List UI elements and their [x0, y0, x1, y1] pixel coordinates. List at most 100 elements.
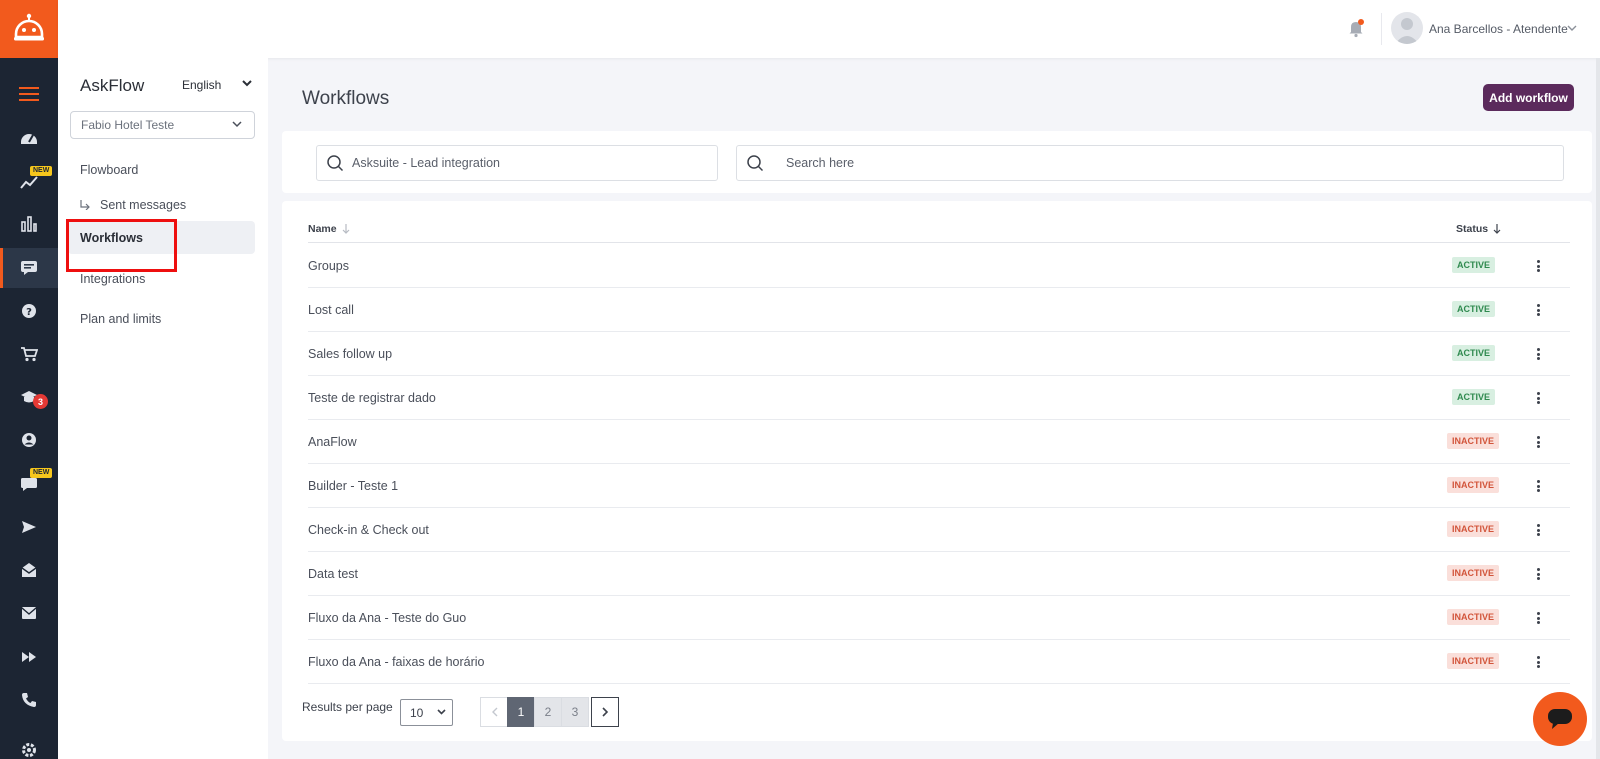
table-row[interactable]: Teste de registrar dado ACTIVE	[308, 376, 1570, 420]
workflow-name[interactable]: Fluxo da Ana - Teste do Guo	[308, 611, 466, 625]
chevron-down-icon[interactable]	[242, 80, 252, 87]
rail-automation[interactable]	[0, 637, 58, 677]
robot-logo-icon	[14, 13, 44, 41]
workflow-name[interactable]: Builder - Teste 1	[308, 479, 398, 493]
avatar[interactable]	[1391, 12, 1423, 44]
notifications-button[interactable]	[1346, 18, 1366, 38]
rail-askflow[interactable]	[0, 248, 58, 288]
rail-reports[interactable]	[0, 204, 58, 244]
page-2-button[interactable]: 2	[534, 697, 562, 727]
row-actions-button[interactable]	[1532, 433, 1544, 451]
rail-academy[interactable]: 3	[0, 377, 58, 417]
app-logo[interactable]	[0, 0, 58, 58]
column-header-label: Name	[308, 223, 337, 235]
sidebar-item-plan-and-limits[interactable]: Plan and limits	[68, 302, 255, 335]
sidebar-item-label: Sent messages	[100, 197, 187, 212]
table-row[interactable]: Fluxo da Ana - faixas de horário INACTIV…	[308, 640, 1570, 684]
sidebar-item-sent-messages[interactable]: Sent messages	[68, 188, 255, 221]
chevron-down-icon[interactable]	[1567, 25, 1577, 32]
account-icon	[22, 433, 36, 447]
row-actions-button[interactable]	[1532, 301, 1544, 319]
menu-toggle-button[interactable]	[0, 74, 58, 114]
rail-mail[interactable]	[0, 593, 58, 633]
table-row[interactable]: Data test INACTIVE	[308, 552, 1570, 596]
kebab-dot	[1536, 264, 1540, 268]
app-rail: NEW ? 3 NEW	[0, 0, 58, 759]
workflows-table: Name Status Groups ACTIVE Lost call ACTI…	[282, 201, 1592, 741]
rail-help[interactable]: ?	[0, 291, 58, 331]
row-actions-button[interactable]	[1532, 565, 1544, 583]
results-per-page-select[interactable]: 10	[400, 699, 453, 726]
table-row[interactable]: Lost call ACTIVE	[308, 288, 1570, 332]
user-name[interactable]: Ana Barcellos - Atendente	[1429, 22, 1568, 36]
trend-icon	[20, 176, 38, 189]
row-actions-button[interactable]	[1532, 609, 1544, 627]
workflow-name[interactable]: Sales follow up	[308, 347, 392, 361]
fast-forward-icon	[22, 652, 36, 662]
scrollbar[interactable]	[1596, 58, 1600, 759]
rail-trends[interactable]: NEW	[0, 162, 58, 202]
workflow-name[interactable]: Teste de registrar dado	[308, 391, 436, 405]
kebab-dot	[1536, 392, 1540, 395]
sidebar-item-label: Integrations	[80, 271, 146, 286]
kebab-dot	[1536, 533, 1540, 536]
workflow-name[interactable]: Fluxo da Ana - faixas de horário	[308, 655, 485, 669]
status-badge: INACTIVE	[1447, 565, 1500, 581]
rail-send[interactable]	[0, 507, 58, 547]
column-header-status[interactable]: Status	[1456, 223, 1501, 235]
language-select[interactable]: English	[182, 78, 221, 92]
kebab-dot	[1536, 348, 1540, 351]
workflow-name[interactable]: Groups	[308, 259, 349, 273]
sort-arrow-down-icon	[342, 224, 350, 234]
row-actions-button[interactable]	[1532, 521, 1544, 539]
table-row[interactable]: Groups ACTIVE	[308, 244, 1570, 288]
page-1-button[interactable]: 1	[507, 697, 535, 727]
chevron-left-icon	[491, 707, 497, 717]
add-workflow-button[interactable]: Add workflow	[1483, 84, 1574, 111]
mail-open-icon	[21, 563, 37, 577]
table-row[interactable]: Builder - Teste 1 INACTIVE	[308, 464, 1570, 508]
chevron-right-icon	[601, 707, 608, 717]
search-input[interactable]: Search here	[736, 145, 1564, 181]
rail-settings[interactable]	[0, 730, 58, 759]
chat-bubble-icon	[1548, 709, 1572, 729]
sidebar-item-flowboard[interactable]: Flowboard	[68, 153, 255, 186]
results-per-page-label: Results per page	[302, 700, 393, 714]
prev-page-button[interactable]	[480, 697, 508, 727]
workflow-name[interactable]: AnaFlow	[308, 435, 357, 449]
rail-dashboard[interactable]	[0, 118, 58, 158]
next-page-button[interactable]	[591, 697, 619, 727]
status-badge: ACTIVE	[1452, 301, 1496, 317]
workflow-name[interactable]: Data test	[308, 567, 358, 581]
pagination: 1 2 3	[480, 697, 619, 727]
table-row[interactable]: AnaFlow INACTIVE	[308, 420, 1570, 464]
hotel-select[interactable]: Fabio Hotel Teste	[70, 111, 255, 139]
row-actions-button[interactable]	[1532, 477, 1544, 495]
page-3-button[interactable]: 3	[561, 697, 589, 727]
table-row[interactable]: Fluxo da Ana - Teste do Guo INACTIVE	[308, 596, 1570, 640]
integration-filter-value: Asksuite - Lead integration	[352, 156, 501, 170]
rail-inbox[interactable]	[0, 550, 58, 590]
table-row[interactable]: Sales follow up ACTIVE	[308, 332, 1570, 376]
row-actions-button[interactable]	[1532, 257, 1544, 275]
row-actions-button[interactable]	[1532, 653, 1544, 671]
chat-widget-button[interactable]	[1533, 692, 1587, 746]
integration-filter-input[interactable]: Asksuite - Lead integration	[316, 145, 718, 181]
row-actions-button[interactable]	[1532, 389, 1544, 407]
workflow-name[interactable]: Check-in & Check out	[308, 523, 429, 537]
kebab-dot	[1536, 484, 1540, 488]
sidebar-item-label: Flowboard	[80, 162, 139, 177]
table-row[interactable]: Check-in & Check out INACTIVE	[308, 508, 1570, 552]
top-bar: Ana Barcellos - Atendente	[58, 0, 1600, 58]
menu-icon	[19, 87, 39, 101]
status-badge: INACTIVE	[1447, 653, 1500, 669]
status-badge: INACTIVE	[1447, 433, 1500, 449]
row-actions-button[interactable]	[1532, 345, 1544, 363]
workflow-name[interactable]: Lost call	[308, 303, 354, 317]
dashboard-icon	[21, 134, 37, 144]
rail-shop[interactable]	[0, 334, 58, 374]
column-header-name[interactable]: Name	[308, 223, 350, 235]
rail-phone[interactable]	[0, 680, 58, 720]
rail-messages[interactable]: NEW	[0, 464, 58, 504]
rail-account[interactable]	[0, 420, 58, 460]
